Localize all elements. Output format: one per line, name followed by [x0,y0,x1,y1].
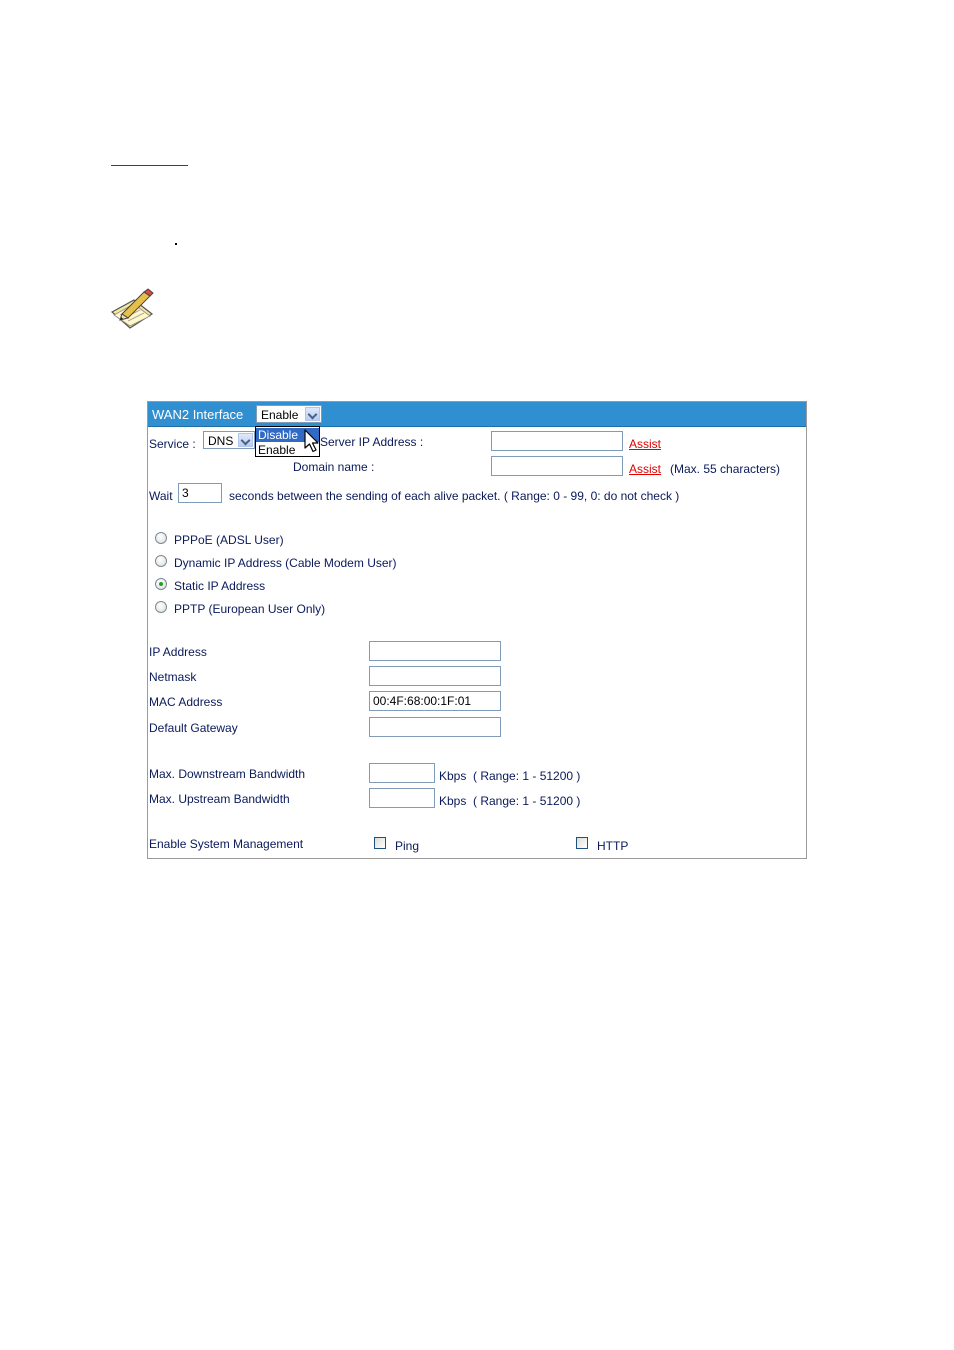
service-select[interactable]: DNS [203,431,255,449]
radio-static-ip[interactable] [155,578,167,590]
doc-bullet-dot [175,243,177,245]
upstream-bandwidth-input[interactable] [369,788,435,808]
ip-address-input[interactable] [369,641,501,661]
wait-label: Wait [149,489,173,503]
note-pencil-icon [110,288,154,329]
mac-address-label: MAC Address [149,695,223,709]
panel-title: WAN2 Interface [152,407,244,422]
radio-static-ip-label: Static IP Address [174,579,266,593]
mac-address-input[interactable] [369,691,501,711]
chevron-down-icon[interactable] [305,407,320,421]
downstream-bandwidth-input[interactable] [369,763,435,783]
panel-header: WAN2 Interface [148,402,806,427]
chevron-down-icon[interactable] [238,433,253,447]
domain-max-note: (Max. 55 characters) [670,462,781,476]
system-management-label: Enable System Management [149,837,304,851]
ping-label: Ping [395,839,420,853]
netmask-label: Netmask [149,670,197,684]
server-ip-label: Server IP Address : [320,435,424,449]
doc-link-underline[interactable] [111,165,188,166]
ping-checkbox[interactable] [374,837,386,849]
mouse-cursor-icon [304,429,319,453]
upstream-range: ( Range: 1 - 51200 ) [473,794,581,808]
wan2-interface-select[interactable]: Enable [256,405,322,423]
service-value: DNS [208,434,234,448]
wan2-interface-value: Enable [261,408,299,422]
downstream-range: ( Range: 1 - 51200 ) [473,769,581,783]
http-checkbox[interactable] [576,837,588,849]
radio-pptp[interactable] [155,601,167,613]
downstream-unit: Kbps [439,769,467,783]
domain-name-label: Domain name : [293,460,375,474]
domain-name-input[interactable] [491,456,623,476]
ip-address-label: IP Address [149,645,207,659]
server-ip-input[interactable] [491,431,623,451]
wait-description: seconds between the sending of each aliv… [229,489,680,503]
default-gateway-label: Default Gateway [149,721,238,735]
domain-assist-link[interactable]: Assist [629,462,661,476]
radio-pppoe-label: PPPoE (ADSL User) [174,533,284,547]
server-ip-assist-link[interactable]: Assist [629,437,661,451]
wan2-config-panel: WAN2 Interface Enable Service : DNS Serv… [147,401,807,859]
upstream-bandwidth-label: Max. Upstream Bandwidth [149,792,290,806]
radio-dynamic-ip[interactable] [155,555,167,567]
default-gateway-input[interactable] [369,717,501,737]
service-label: Service : [149,437,196,451]
radio-pptp-label: PPTP (European User Only) [174,602,326,616]
upstream-unit: Kbps [439,794,467,808]
http-label: HTTP [597,839,629,853]
radio-pppoe[interactable] [155,532,167,544]
netmask-input[interactable] [369,666,501,686]
downstream-bandwidth-label: Max. Downstream Bandwidth [149,767,306,781]
wait-seconds-input[interactable] [178,483,222,503]
radio-dynamic-ip-label: Dynamic IP Address (Cable Modem User) [174,556,397,570]
